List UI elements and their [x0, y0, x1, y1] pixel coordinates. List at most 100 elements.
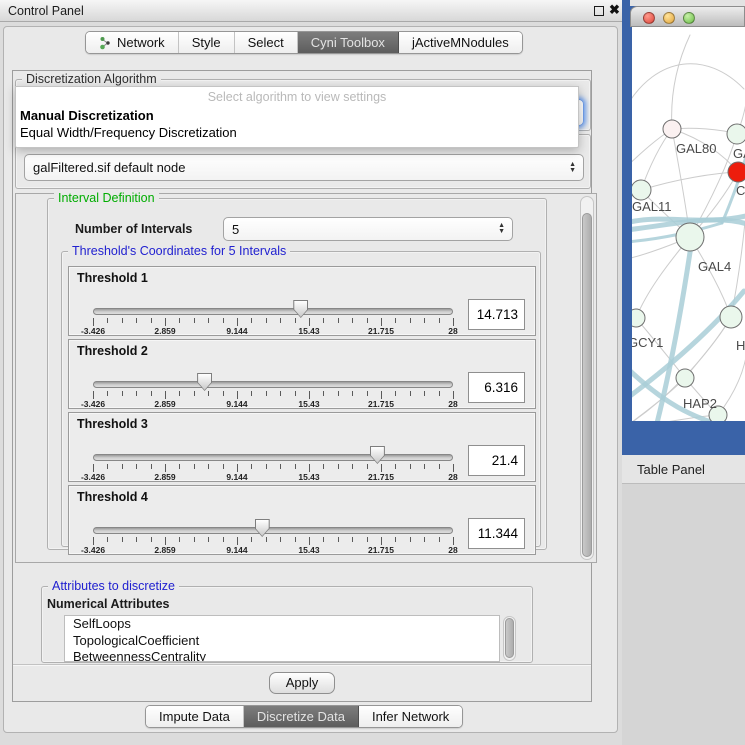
- tick-mark: [136, 391, 137, 396]
- float-window-icon[interactable]: [594, 6, 604, 16]
- threshold-label: Threshold 2: [77, 344, 148, 358]
- tick-mark: [381, 537, 382, 545]
- slider-track[interactable]: [93, 527, 453, 534]
- network-edge[interactable]: [718, 357, 745, 415]
- network-node[interactable]: [728, 162, 745, 182]
- network-node[interactable]: [676, 369, 694, 387]
- slider-track[interactable]: [93, 381, 453, 388]
- tab-jactivemnodules[interactable]: jActiveMNodules: [399, 32, 522, 53]
- slider-thumb[interactable]: [197, 373, 212, 391]
- network-canvas[interactable]: GAL80GACGAL11GAL4GCY1HHAP2: [632, 27, 745, 421]
- tick-mark: [251, 464, 252, 469]
- network-node[interactable]: [632, 309, 645, 327]
- top-tab-bar: NetworkStyleSelectCyni ToolboxjActiveMNo…: [85, 31, 523, 54]
- network-window-titlebar[interactable]: [630, 6, 745, 27]
- slider-ticks: [93, 537, 453, 545]
- tick-mark: [309, 537, 310, 545]
- threshold-value-field[interactable]: 21.4: [468, 445, 525, 476]
- tab-style[interactable]: Style: [179, 32, 235, 53]
- tick-label: 28: [448, 399, 457, 409]
- close-icon[interactable]: ✖: [609, 2, 620, 18]
- slider-thumb[interactable]: [255, 519, 270, 537]
- slider-thumb[interactable]: [370, 446, 385, 464]
- table-panel-header: Table Panel: [622, 455, 745, 484]
- tick-mark: [381, 318, 382, 326]
- slider-thumb[interactable]: [293, 300, 308, 318]
- list-item[interactable]: BetweennessCentrality: [65, 649, 499, 662]
- numerical-attributes-list[interactable]: SelfLoopsTopologicalCoefficientBetweenne…: [64, 615, 500, 662]
- tick-mark: [194, 537, 195, 542]
- tick-label: 21.715: [368, 326, 394, 336]
- network-edge[interactable]: [632, 64, 744, 107]
- tick-mark: [179, 537, 180, 542]
- minimize-traffic-light[interactable]: [663, 12, 675, 24]
- list-item[interactable]: SelfLoops: [65, 616, 499, 633]
- network-node-label: GAL80: [676, 141, 716, 156]
- tick-label: 28: [448, 545, 457, 555]
- close-traffic-light[interactable]: [643, 12, 655, 24]
- slider-track[interactable]: [93, 454, 453, 461]
- tick-label: 9.144: [226, 326, 247, 336]
- tick-mark: [93, 464, 94, 472]
- tick-label: 2.859: [154, 472, 175, 482]
- tick-label: -3.426: [81, 326, 105, 336]
- tick-mark: [223, 318, 224, 323]
- tick-mark: [381, 391, 382, 399]
- tick-mark: [395, 537, 396, 542]
- threshold-value-field[interactable]: 11.344: [468, 518, 525, 549]
- network-node[interactable]: [727, 124, 745, 144]
- apply-button[interactable]: Apply: [269, 672, 335, 694]
- network-edge[interactable]: [641, 172, 738, 190]
- network-node[interactable]: [663, 120, 681, 138]
- tick-mark: [338, 318, 339, 323]
- threshold-value-field[interactable]: 6.316: [468, 372, 525, 403]
- tick-mark: [179, 318, 180, 323]
- tab-impute-data[interactable]: Impute Data: [146, 706, 244, 727]
- interval-definition-title: Interval Definition: [54, 191, 159, 205]
- dropdown-option[interactable]: Equal Width/Frequency Discretization: [20, 125, 237, 140]
- tick-label: 2.859: [154, 545, 175, 555]
- table-data-combobox[interactable]: galFiltered.sif default node ▲▼: [24, 154, 584, 181]
- tick-mark: [208, 537, 209, 542]
- attributes-list-scrollbar[interactable]: [503, 616, 516, 661]
- tick-mark: [107, 537, 108, 542]
- threshold-label: Threshold 3: [77, 417, 148, 431]
- tick-mark: [424, 464, 425, 469]
- number-of-intervals-combobox[interactable]: 5 ▲▼: [223, 217, 513, 241]
- tick-mark: [165, 537, 166, 545]
- dropdown-option[interactable]: Manual Discretization: [20, 108, 154, 123]
- tab-infer-network[interactable]: Infer Network: [359, 706, 462, 727]
- network-node[interactable]: [720, 306, 742, 328]
- tick-mark: [107, 464, 108, 469]
- network-edge[interactable]: [672, 35, 690, 129]
- number-of-intervals-label: Number of Intervals: [75, 222, 192, 236]
- tick-mark: [237, 391, 238, 399]
- cyni-toolbox-content: Discretization Algorithm ▲▼ Select algor…: [12, 70, 592, 702]
- list-item[interactable]: TopologicalCoefficient: [65, 633, 499, 650]
- tab-network[interactable]: Network: [86, 32, 179, 53]
- attributes-scrollbar-thumb[interactable]: [505, 618, 514, 658]
- threshold-value-field[interactable]: 14.713: [468, 299, 525, 330]
- slider-ticks: [93, 318, 453, 326]
- tick-mark: [93, 318, 94, 326]
- tab-cyni-toolbox[interactable]: Cyni Toolbox: [298, 32, 399, 53]
- table-panel-body: ⚙ ☑ ☑ shared...na YDL19...YDL1YDR27...YD…: [622, 484, 745, 745]
- vertical-scrollbar[interactable]: [580, 196, 594, 560]
- slider-ticks: [93, 391, 453, 399]
- tab-label: Discretize Data: [257, 706, 345, 727]
- tick-mark: [280, 537, 281, 542]
- tab-select[interactable]: Select: [235, 32, 298, 53]
- tick-mark: [208, 318, 209, 323]
- tab-discretize-data[interactable]: Discretize Data: [244, 706, 359, 727]
- slider-track[interactable]: [93, 308, 453, 315]
- tick-mark: [424, 537, 425, 542]
- tick-label: 9.144: [226, 472, 247, 482]
- tick-mark: [237, 318, 238, 326]
- network-node[interactable]: [632, 180, 651, 200]
- vertical-scrollbar-thumb[interactable]: [582, 213, 592, 557]
- network-node[interactable]: [676, 223, 704, 251]
- tick-mark: [194, 464, 195, 469]
- tick-mark: [439, 537, 440, 542]
- zoom-traffic-light[interactable]: [683, 12, 695, 24]
- tick-mark: [136, 537, 137, 542]
